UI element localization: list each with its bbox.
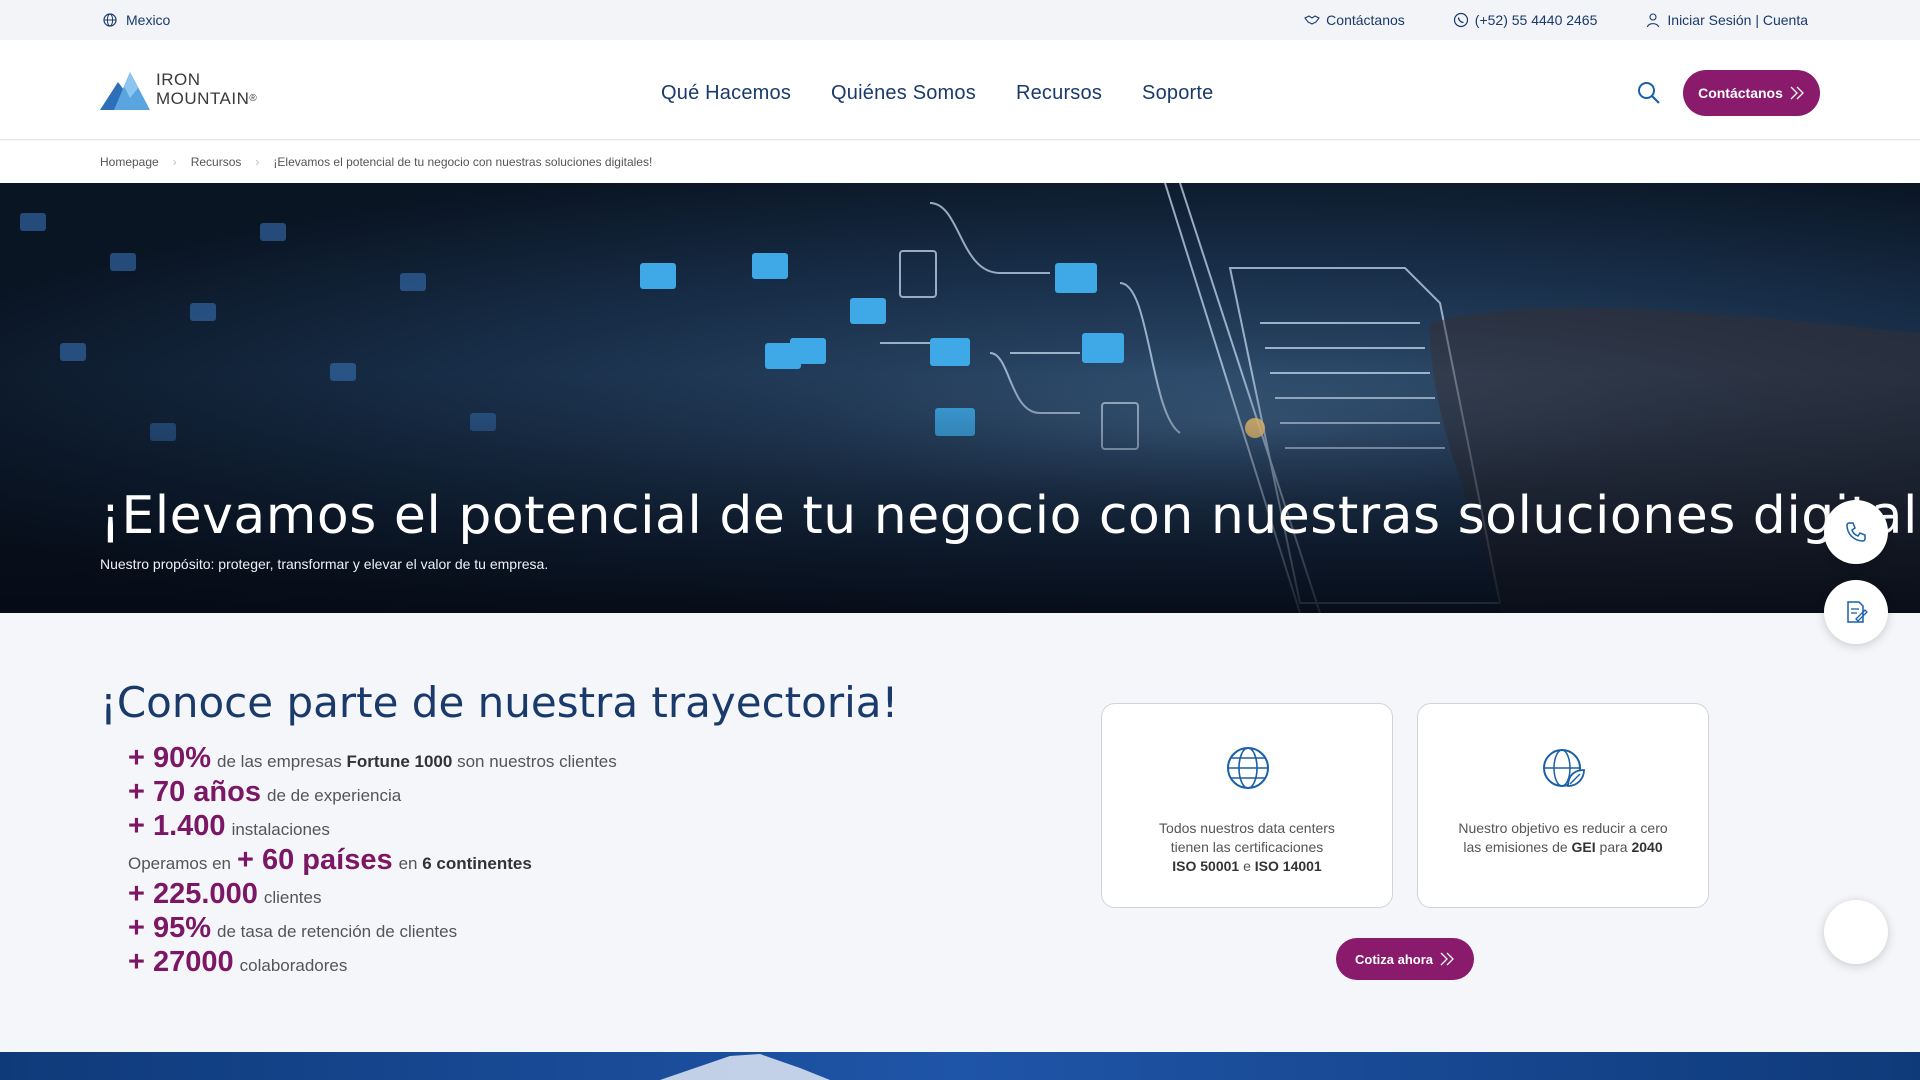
main-nav: Qué Hacemos Quiénes Somos Recursos Sopor…: [661, 82, 1213, 105]
nav-soporte[interactable]: Soporte: [1142, 82, 1213, 105]
utility-account-link[interactable]: Iniciar Sesión | Cuenta: [1645, 12, 1808, 28]
user-icon: [1647, 13, 1660, 28]
nav-recursos[interactable]: Recursos: [1016, 82, 1102, 105]
floating-call-button[interactable]: [1824, 500, 1888, 564]
stat-value: + 27000: [128, 946, 234, 978]
breadcrumb-current: ¡Elevamos el potencial de tu negocio con…: [273, 155, 653, 169]
mountain-peak-image: [660, 1054, 830, 1080]
logo-line2: MOUNTAIN: [156, 89, 250, 108]
globe-icon: [103, 13, 117, 27]
stat-value: + 90%: [128, 742, 212, 774]
utility-phone-label: (+52) 55 4440 2465: [1474, 12, 1598, 28]
floating-quote-button[interactable]: [1824, 580, 1888, 644]
logo-line1: IRON: [156, 70, 201, 89]
card-text-line: las emisiones de: [1463, 839, 1568, 855]
hero-banner: ¡Elevamos el potencial de tu negocio con…: [0, 183, 1920, 613]
stat-item: + 95% de tasa de retención de clientes: [128, 912, 617, 946]
stat-text: de de experiencia: [267, 786, 402, 805]
search-icon: [1638, 82, 1660, 104]
logo[interactable]: IRON MOUNTAIN®: [100, 68, 257, 110]
stat-value: + 95%: [128, 912, 212, 944]
stat-text: en: [398, 854, 418, 873]
stat-text-2: son nuestros clientes: [457, 752, 617, 771]
nav-que-hacemos[interactable]: Qué Hacemos: [661, 82, 791, 105]
stat-value: + 60 países: [237, 844, 393, 876]
stat-text: de las empresas: [217, 752, 342, 771]
stat-value: + 225.000: [128, 878, 258, 910]
card-year: 2040: [1631, 839, 1663, 855]
hero-title: ¡Elevamos el potencial de tu negocio con…: [100, 486, 1920, 546]
utility-phone-link[interactable]: (+52) 55 4440 2465: [1453, 12, 1598, 28]
stat-value: + 1.400: [128, 810, 226, 842]
stat-item: + 70 años de de experiencia: [128, 776, 617, 810]
search-button[interactable]: [1636, 80, 1662, 106]
emissions-card: Nuestro objetivo es reducir a cero las e…: [1417, 703, 1709, 908]
whatsapp-icon: [1453, 12, 1468, 28]
card-cert-1: ISO 50001: [1172, 858, 1240, 874]
header-contact-label: Contáctanos: [1698, 85, 1783, 101]
nav-quienes-somos[interactable]: Quiénes Somos: [831, 82, 976, 105]
card-text-line: Nuestro objetivo es reducir a cero: [1458, 820, 1668, 836]
stat-item: + 27000 colaboradores: [128, 946, 617, 980]
handshake-icon: [1304, 15, 1321, 25]
stat-text: colaboradores: [239, 956, 348, 975]
double-chevron-right-icon: [1440, 952, 1454, 966]
globe-icon: [1227, 747, 1269, 789]
stat-prefix: Operamos en: [128, 854, 231, 873]
document-edit-icon: [1847, 601, 1868, 623]
utility-contact-link[interactable]: Contáctanos: [1304, 12, 1405, 28]
stat-text: de tasa de retención de clientes: [217, 922, 458, 941]
mountain-logo-icon: [100, 72, 150, 110]
stat-item: + 1.400 instalaciones: [128, 810, 617, 844]
certifications-card: Todos nuestros data centers tienen las c…: [1101, 703, 1393, 908]
main-header: IRON MOUNTAIN® Qué Hacemos Quiénes Somos…: [0, 40, 1920, 140]
card-cert-2: ISO 14001: [1254, 858, 1322, 874]
chevron-right-icon: ›: [255, 155, 260, 169]
header-contact-button[interactable]: Contáctanos: [1683, 70, 1820, 116]
card-gei: GEI: [1571, 839, 1596, 855]
card-text-conj: e: [1243, 858, 1251, 874]
hero-subtitle: Nuestro propósito: proteger, transformar…: [100, 556, 549, 572]
region-selector[interactable]: Mexico: [102, 12, 170, 28]
double-chevron-right-icon: [1790, 86, 1804, 100]
card-text-line: Todos nuestros data centers: [1159, 820, 1335, 836]
region-label: Mexico: [126, 12, 171, 28]
stat-text: instalaciones: [231, 820, 330, 839]
stat-value: + 70 años: [128, 776, 261, 808]
stat-text: clientes: [263, 888, 322, 907]
stat-item: + 90% de las empresas Fortune 1000 son n…: [128, 742, 617, 776]
breadcrumb: Homepage › Recursos › ¡Elevamos el poten…: [0, 141, 1920, 183]
utility-account-label: Iniciar Sesión | Cuenta: [1667, 12, 1808, 28]
card-text-line: tienen las certificaciones: [1170, 839, 1324, 855]
quote-label: Cotiza ahora: [1354, 951, 1433, 967]
stats-list: + 90% de las empresas Fortune 1000 son n…: [128, 742, 617, 980]
phone-call-icon: [1846, 522, 1866, 542]
eco-globe-icon: [1543, 749, 1585, 787]
chevron-right-icon: ›: [172, 155, 177, 169]
logo-registered-mark: ®: [249, 93, 258, 104]
stat-item: Operamos en + 60 países en 6 continentes: [128, 844, 617, 878]
utility-bar: Mexico Contáctanos (+52) 55 4440 2465 In…: [0, 0, 1920, 40]
section-title: ¡Conoce parte de nuestra trayectoria!: [100, 678, 899, 727]
next-section-banner: [0, 1052, 1920, 1080]
stat-bold: Fortune 1000: [346, 752, 453, 771]
utility-contact-label: Contáctanos: [1326, 12, 1405, 28]
breadcrumb-home[interactable]: Homepage: [100, 155, 159, 169]
stat-item: + 225.000 clientes: [128, 878, 617, 912]
floating-chat-button[interactable]: [1824, 900, 1888, 964]
card-text-para: para: [1599, 839, 1628, 855]
breadcrumb-recursos[interactable]: Recursos: [191, 155, 242, 169]
quote-button[interactable]: Cotiza ahora: [1336, 938, 1474, 980]
stat-bold: 6 continentes: [422, 854, 532, 873]
